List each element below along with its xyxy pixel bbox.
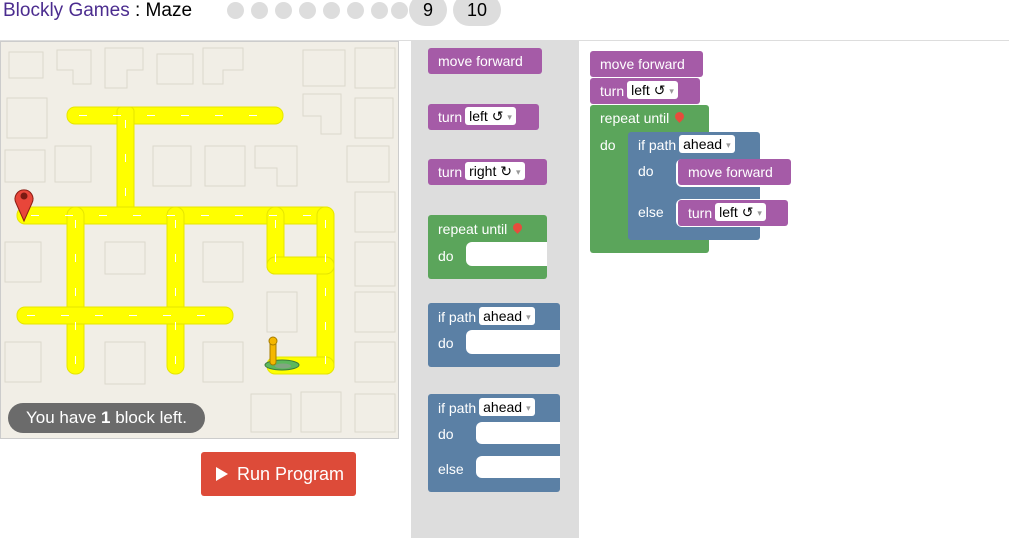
workspace-nested-move-forward-block[interactable]: move forward bbox=[678, 159, 791, 185]
else-label: else bbox=[638, 204, 664, 220]
do-label: do bbox=[600, 137, 616, 153]
direction-dropdown[interactable]: right ↻ ▾ bbox=[465, 162, 525, 180]
workspace-nested-turn-block[interactable]: turn left ↺ ▾ bbox=[678, 200, 788, 226]
direction-dropdown[interactable]: left ↺ ▾ bbox=[627, 81, 678, 99]
path-direction-dropdown[interactable]: ahead ▾ bbox=[479, 307, 535, 325]
toolbox-move-forward-block[interactable]: move forward bbox=[428, 48, 542, 74]
title-separator: : bbox=[129, 0, 146, 21]
repeat-until-label: repeat until bbox=[438, 221, 508, 237]
dropdown-arrow-icon: ▾ bbox=[757, 208, 762, 218]
page-title: Blockly Games : Maze bbox=[3, 0, 192, 22]
turn-label: turn bbox=[688, 205, 713, 221]
maze-title: Maze bbox=[145, 0, 193, 21]
statement-slot bbox=[466, 330, 560, 354]
if-path-label: if path bbox=[438, 309, 477, 325]
maze-board bbox=[0, 41, 399, 439]
direction-dropdown[interactable]: left ↺ ▾ bbox=[465, 107, 516, 125]
repeat-until-label: repeat until bbox=[600, 110, 670, 126]
workspace-move-forward-block[interactable]: move forward bbox=[590, 51, 703, 77]
repeat-until-header: repeat until bbox=[600, 108, 687, 128]
toolbox-turn-left-block[interactable]: turn left ↺ ▾ bbox=[428, 104, 539, 130]
pegman-marker bbox=[264, 336, 300, 371]
level-2-button[interactable] bbox=[251, 2, 268, 19]
level-4-button[interactable] bbox=[299, 2, 316, 19]
toolbox-if-path-block[interactable]: if path ahead ▾ do bbox=[428, 303, 560, 367]
level-6-button[interactable] bbox=[347, 2, 364, 19]
do-label: do bbox=[438, 335, 454, 351]
if-path-header: if path ahead ▾ bbox=[438, 307, 535, 327]
level-1-button[interactable] bbox=[227, 2, 244, 19]
direction-dropdown[interactable]: left ↺ ▾ bbox=[715, 203, 766, 221]
dropdown-arrow-icon: ▾ bbox=[526, 403, 531, 413]
direction-value: left ↺ bbox=[631, 82, 666, 98]
if-path-header: if path ahead ▾ bbox=[638, 135, 735, 155]
run-program-button[interactable]: Run Program bbox=[201, 452, 356, 496]
if-path-header: if path ahead ▾ bbox=[438, 398, 535, 418]
do-label: do bbox=[438, 248, 454, 264]
path-direction-dropdown[interactable]: ahead ▾ bbox=[479, 398, 535, 416]
blockly-games-link[interactable]: Blockly Games bbox=[3, 0, 130, 21]
if-path-label: if path bbox=[438, 400, 477, 416]
move-forward-label: move forward bbox=[688, 164, 773, 180]
turn-label: turn bbox=[438, 109, 463, 125]
toolbox-turn-right-block[interactable]: turn right ↻ ▾ bbox=[428, 159, 547, 185]
dropdown-arrow-icon: ▾ bbox=[526, 312, 531, 322]
level-9-button[interactable]: 9 bbox=[409, 0, 447, 26]
move-forward-label: move forward bbox=[438, 53, 523, 69]
else-label: else bbox=[438, 461, 464, 477]
level-10-button[interactable]: 10 bbox=[453, 0, 501, 26]
do-label: do bbox=[438, 426, 454, 442]
do-label: do bbox=[638, 163, 654, 179]
direction-value: left ↺ bbox=[469, 108, 504, 124]
goal-marker-icon bbox=[511, 221, 525, 234]
repeat-until-header: repeat until bbox=[438, 219, 525, 239]
dropdown-arrow-icon: ▾ bbox=[515, 167, 521, 177]
blocks-left-message: You have 1 block left. bbox=[8, 403, 206, 433]
workspace-turn-block[interactable]: turn left ↺ ▾ bbox=[590, 78, 700, 104]
direction-value: left ↺ bbox=[719, 204, 754, 220]
move-forward-label: move forward bbox=[600, 56, 685, 72]
dropdown-arrow-icon: ▾ bbox=[726, 140, 731, 150]
path-direction-value: ahead bbox=[483, 399, 523, 415]
run-program-label: Run Program bbox=[237, 464, 345, 484]
play-icon bbox=[216, 467, 228, 481]
path-direction-dropdown[interactable]: ahead ▾ bbox=[679, 135, 735, 153]
toolbox-if-else-block[interactable]: if path ahead ▾ do else bbox=[428, 394, 560, 492]
goal-marker-icon bbox=[673, 110, 687, 123]
level-7-button[interactable] bbox=[371, 2, 388, 19]
blocks-left-suffix: block left. bbox=[110, 408, 188, 427]
turn-label: turn bbox=[438, 164, 463, 180]
level-8-button[interactable] bbox=[391, 2, 408, 19]
page-header: Blockly Games : Maze 9 10 bbox=[0, 0, 1009, 41]
else-statement-slot bbox=[476, 456, 560, 478]
turn-label: turn bbox=[600, 83, 625, 99]
path-direction-value: ahead bbox=[683, 136, 723, 152]
toolbox-repeat-until-block[interactable]: repeat until do bbox=[428, 215, 547, 279]
if-path-label: if path bbox=[638, 137, 677, 153]
direction-value: right ↻ bbox=[469, 163, 512, 179]
maze-graphic bbox=[4, 47, 396, 433]
statement-slot bbox=[466, 242, 547, 266]
do-statement-slot bbox=[476, 422, 560, 444]
dropdown-arrow-icon: ▾ bbox=[669, 86, 674, 96]
level-3-button[interactable] bbox=[275, 2, 292, 19]
blocks-left-prefix: You have bbox=[26, 408, 101, 427]
path-direction-value: ahead bbox=[483, 308, 523, 324]
level-5-button[interactable] bbox=[323, 2, 340, 19]
dropdown-arrow-icon: ▾ bbox=[507, 112, 512, 122]
